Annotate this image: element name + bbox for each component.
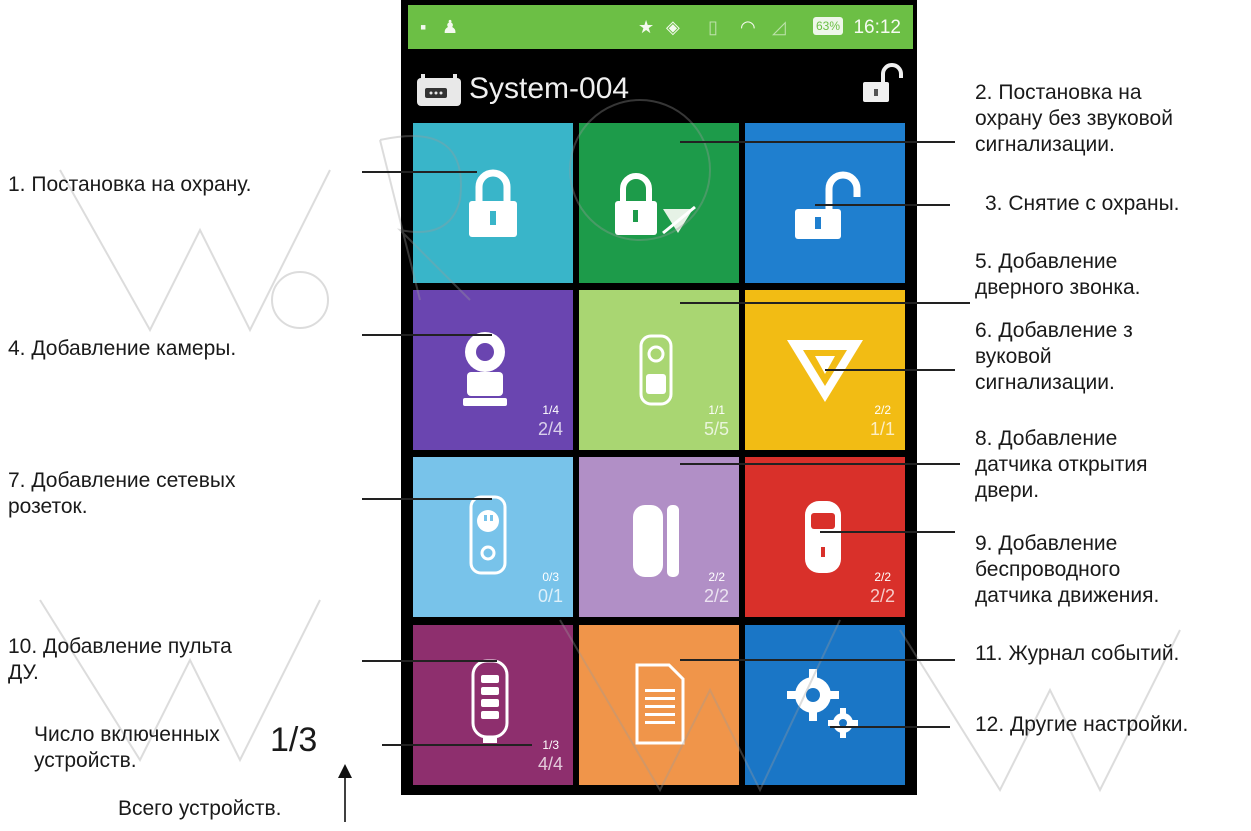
door-sensor-tile[interactable]: 2/2 2/2 [579, 457, 739, 617]
settings-tile[interactable] [745, 625, 905, 785]
camera-tile[interactable]: 1/4 2/4 [413, 290, 573, 450]
annotation-4: 4. Добавление камеры. [8, 337, 237, 360]
annotation-9-line: датчика движения. [975, 584, 1160, 607]
leader-line-4 [362, 334, 492, 336]
annotation-5: 5. Добавление дверного звонка. [975, 249, 1141, 301]
total-count: 2/4 [537, 419, 563, 439]
enabled-count: 1/3 [542, 738, 559, 752]
disarm-tile[interactable] [745, 123, 905, 283]
sim-icon: ▯ [708, 17, 718, 37]
battery-indicator: 63% [813, 17, 844, 35]
annotation-1: 1. Постановка на охрану. [8, 173, 252, 196]
signal-icon: ◿ [772, 17, 786, 37]
leader-line-10 [362, 660, 497, 662]
total-count: 2/2 [703, 586, 729, 606]
arm-tile[interactable] [413, 123, 573, 283]
annotation-2-line: охрану без звуковой [975, 107, 1173, 130]
leader-line-12 [830, 726, 950, 728]
unlock-icon [795, 171, 861, 239]
remote-tile[interactable]: 1/3 4/4 [413, 625, 573, 785]
annotation-3: 3. Снятие с охраны. [985, 192, 1180, 215]
leader-line-5 [680, 302, 970, 304]
annotation-6-line: 6. Добавление з [975, 319, 1133, 342]
status-bar: ▪ ♟ ★ ◈ ▯ ◠ ◿ 63% 16:12 [408, 5, 913, 49]
annotation-5-line: 5. Добавление [975, 250, 1118, 273]
leader-line-7 [362, 498, 492, 500]
total-count: 1/1 [869, 419, 895, 439]
annotation-6-line: сигнализации. [975, 371, 1115, 394]
doorbell-tile[interactable]: 1/1 5/5 [579, 290, 739, 450]
lock-silent-siren-icon [615, 173, 696, 235]
annotation-6-line: вуковой [975, 345, 1052, 368]
annotation-9-line: беспроводного [975, 558, 1121, 581]
person-notification-icon: ♟ [442, 17, 459, 37]
gears-icon [787, 669, 858, 738]
annotation-10-line: 10. Добавление пульта [8, 635, 232, 658]
annotation-12: 12. Другие настройки. [975, 713, 1189, 736]
clock: 16:12 [853, 17, 901, 38]
annotation-8-line: датчика открытия [975, 453, 1148, 476]
leader-line-8 [680, 463, 960, 465]
lock-icon [469, 169, 517, 237]
annotation-10: 10. Добавление пульта ДУ. [8, 634, 232, 686]
figure: ▪ ♟ ★ ◈ ▯ ◠ ◿ 63% 16:12 System-004 1/4 2… [0, 0, 1251, 831]
phone-screen: ▪ ♟ ★ ◈ ▯ ◠ ◿ 63% 16:12 System-004 1/4 2… [401, 0, 917, 795]
total-count: 4/4 [537, 754, 563, 774]
socket-tile[interactable]: 0/3 0/1 [413, 457, 573, 617]
document-icon [635, 663, 685, 745]
enabled-count-label-line: устройств. [34, 749, 137, 772]
enabled-count-label: Число включенных устройств. [34, 722, 220, 774]
arrow-up-icon [338, 764, 352, 822]
unlock-icon[interactable] [859, 62, 905, 111]
system-title: System-004 [469, 72, 630, 105]
enabled-count-example: 1/3 [270, 721, 318, 759]
total-count: 2/2 [869, 586, 895, 606]
annotation-2: 2. Постановка на охрану без звуковой сиг… [975, 80, 1173, 158]
leader-line-11 [680, 659, 955, 661]
annotation-2-line: сигнализации. [975, 133, 1115, 156]
enabled-count: 2/2 [874, 403, 891, 417]
leader-line-2 [680, 141, 955, 143]
total-count: 5/5 [703, 419, 729, 439]
annotation-10-line: ДУ. [8, 661, 39, 684]
star-icon: ★ [638, 17, 655, 37]
leader-line-6 [825, 369, 955, 371]
annotation-9-line: 9. Добавление [975, 532, 1118, 555]
leader-line-enabled [382, 744, 532, 746]
image-notification-icon: ▪ [420, 17, 427, 37]
alarm-panel-icon[interactable] [415, 70, 465, 115]
annotation-2-line: 2. Постановка на [975, 81, 1142, 104]
wifi-icon: ◠ [740, 17, 756, 37]
total-count: 0/1 [537, 586, 563, 606]
enabled-count: 2/2 [708, 570, 725, 584]
arm-silent-tile[interactable] [579, 123, 739, 283]
motion-sensor-tile[interactable]: 2/2 2/2 [745, 457, 905, 617]
annotation-9: 9. Добавление беспроводного датчика движ… [975, 531, 1159, 609]
event-log-tile[interactable] [579, 625, 739, 785]
annotation-5-line: дверного звонка. [975, 276, 1141, 299]
vibrate-icon: ◈ [666, 17, 680, 37]
annotation-8-line: 8. Добавление [975, 427, 1118, 450]
leader-line-1 [362, 171, 477, 173]
annotation-7-line: розеток. [8, 495, 88, 518]
enabled-count: 1/1 [708, 403, 725, 417]
annotation-8-line: двери. [975, 479, 1040, 502]
annotation-7-line: 7. Добавление сетевых [8, 469, 236, 492]
enabled-count: 2/2 [874, 570, 891, 584]
enabled-count: 1/4 [542, 403, 559, 417]
annotation-6: 6. Добавление з вуковой сигнализации. [975, 318, 1133, 396]
leader-line-9 [820, 531, 955, 533]
enabled-count: 0/3 [542, 570, 559, 584]
annotation-7: 7. Добавление сетевых розеток. [8, 468, 235, 520]
leader-line-3 [815, 204, 950, 206]
enabled-count-label-line: Число включенных [34, 723, 220, 746]
total-count-label: Всего устройств. [118, 797, 282, 820]
annotation-11: 11. Журнал событий. [975, 642, 1180, 665]
annotation-8: 8. Добавление датчика открытия двери. [975, 426, 1147, 504]
